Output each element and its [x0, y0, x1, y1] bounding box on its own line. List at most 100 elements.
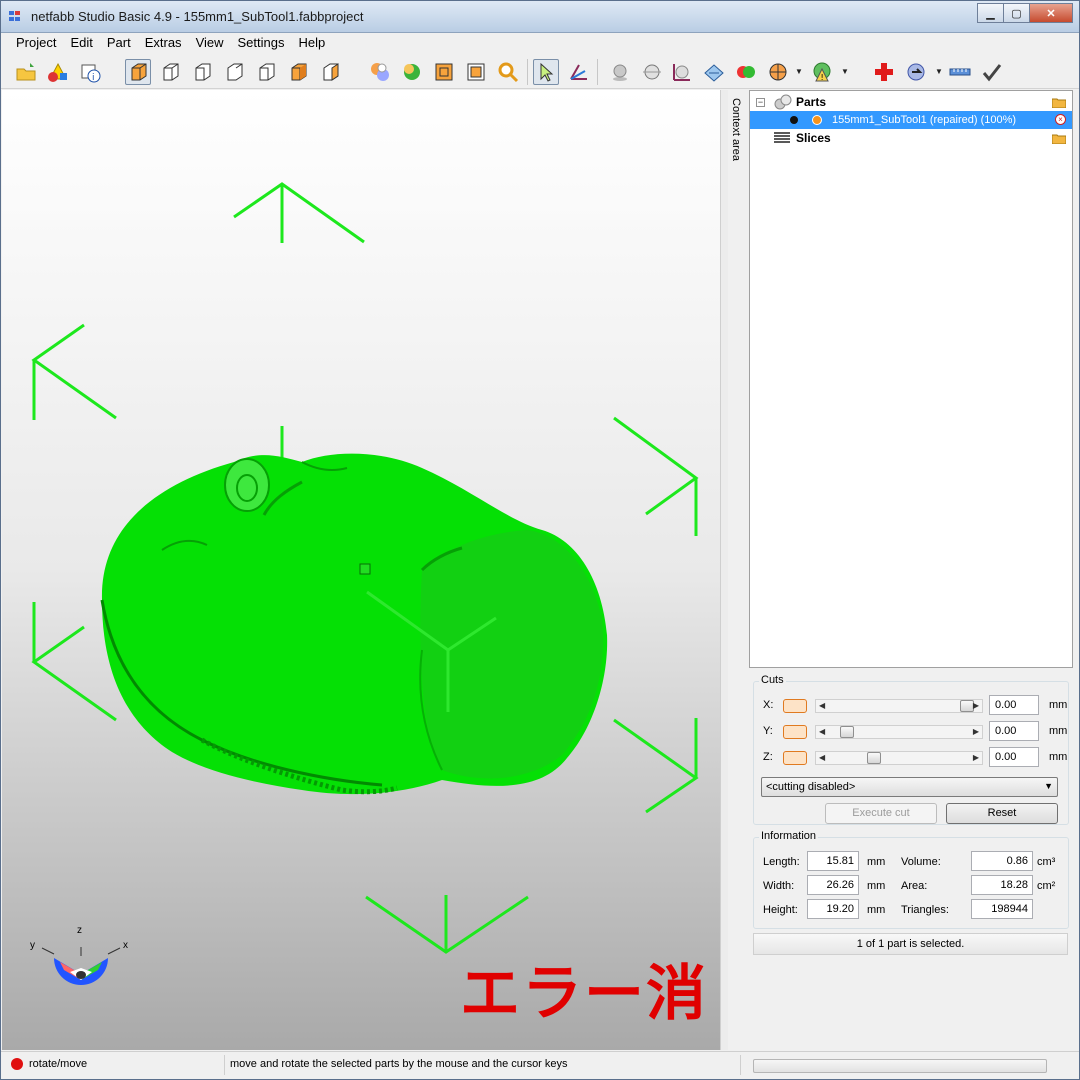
repair-icon[interactable]: [871, 59, 897, 85]
view-top-icon[interactable]: [285, 59, 311, 85]
slider-right-arrow-icon[interactable]: ▶: [973, 700, 979, 712]
viewport-scene: [31, 182, 699, 985]
tree-part-label: 155mm1_SubTool1 (repaired) (100%): [832, 114, 1017, 126]
slider-left-arrow-icon[interactable]: ◀: [819, 700, 825, 712]
menu-edit[interactable]: Edit: [63, 33, 99, 53]
cut-x-toggle[interactable]: [783, 699, 807, 713]
lattice-icon[interactable]: [701, 59, 727, 85]
status-bar: rotate/move move and rotate the selected…: [1, 1051, 1079, 1079]
menu-extras[interactable]: Extras: [138, 33, 189, 53]
panel-splitter[interactable]: [720, 90, 728, 1050]
toolbar: i ▼ ! ▼ ▼: [1, 53, 1079, 89]
view-left-icon[interactable]: [221, 59, 247, 85]
3d-viewport[interactable]: z y x エラー消: [2, 90, 720, 1050]
cut-z-slider-thumb[interactable]: [867, 752, 882, 764]
minimize-button[interactable]: ▁: [977, 3, 1004, 23]
cut-z-label: Z:: [763, 751, 773, 763]
cut-row-x: X: ◀ ▶ 0.00 mm: [759, 695, 1067, 717]
analysis-dropdown-icon[interactable]: ▼: [841, 67, 849, 76]
axis-label-x: x: [123, 940, 128, 951]
tree-slices-row[interactable]: Slices: [750, 129, 1072, 147]
wireframe-icon[interactable]: [431, 59, 457, 85]
reset-button[interactable]: Reset: [946, 803, 1058, 824]
cut-z-slider[interactable]: ◀ ▶: [815, 751, 983, 765]
app-window: netfabb Studio Basic 4.9 - 155mm1_SubToo…: [0, 0, 1080, 1080]
svg-text:i: i: [92, 73, 95, 83]
window-title: netfabb Studio Basic 4.9 - 155mm1_SubToo…: [31, 9, 364, 24]
context-area-tab[interactable]: Context area: [728, 90, 748, 1050]
length-unit: mm: [867, 856, 886, 868]
open-project-icon[interactable]: [13, 59, 39, 85]
cutting-mode-select[interactable]: <cutting disabled> ▼: [761, 777, 1058, 797]
width-value: 26.26: [807, 875, 859, 895]
slider-right-arrow-icon[interactable]: ▶: [973, 752, 979, 764]
collapse-icon[interactable]: −: [756, 98, 765, 107]
information-title: Information: [759, 830, 819, 842]
height-label: Height:: [763, 904, 798, 916]
volume-unit: cm³: [1037, 856, 1056, 868]
width-label: Width:: [763, 880, 795, 892]
svg-text:!: !: [821, 73, 824, 82]
tree-parts-row[interactable]: − Parts: [750, 93, 1072, 111]
zoom-icon[interactable]: [495, 59, 521, 85]
slider-left-arrow-icon[interactable]: ◀: [819, 726, 825, 738]
title-bar[interactable]: netfabb Studio Basic 4.9 - 155mm1_SubToo…: [1, 1, 1079, 33]
sphere-outline-icon[interactable]: [639, 59, 665, 85]
menu-part[interactable]: Part: [100, 33, 138, 53]
shading-icon[interactable]: [367, 59, 393, 85]
measure-icon[interactable]: [947, 59, 973, 85]
selection-status: 1 of 1 part is selected.: [753, 933, 1068, 955]
select-cursor-icon[interactable]: [533, 59, 559, 85]
bounding-box-icon[interactable]: [463, 59, 489, 85]
add-part-icon[interactable]: [45, 59, 71, 85]
cuts-title: Cuts: [759, 674, 786, 686]
cut-x-slider[interactable]: ◀ ▶: [815, 699, 983, 713]
execute-cut-button[interactable]: Execute cut: [825, 803, 937, 824]
cut-y-slider[interactable]: ◀ ▶: [815, 725, 983, 739]
move-axis-icon[interactable]: [565, 59, 591, 85]
open-folder-icon[interactable]: [1052, 133, 1066, 144]
cut-z-toggle[interactable]: [783, 751, 807, 765]
view-3d-icon[interactable]: [125, 59, 151, 85]
triangles-label: Triangles:: [901, 904, 949, 916]
axis-label-y: y: [30, 940, 35, 951]
gizmo-handle[interactable]: [359, 563, 371, 575]
tree-part-item[interactable]: 155mm1_SubTool1 (repaired) (100%) ×: [750, 111, 1072, 129]
slider-right-arrow-icon[interactable]: ▶: [973, 726, 979, 738]
warning-analysis-icon[interactable]: !: [809, 59, 835, 85]
cut-y-label: Y:: [763, 725, 773, 737]
part-info-icon[interactable]: i: [77, 59, 103, 85]
menu-help[interactable]: Help: [292, 33, 333, 53]
cut-z-input[interactable]: 0.00: [989, 747, 1039, 767]
maximize-button[interactable]: ▢: [1003, 3, 1030, 23]
view-back-icon[interactable]: [189, 59, 215, 85]
cut-x-slider-thumb[interactable]: [959, 700, 974, 712]
context-area-label: Context area: [730, 98, 742, 161]
view-bottom-icon[interactable]: [317, 59, 343, 85]
confirm-icon[interactable]: [979, 59, 1005, 85]
cut-x-input[interactable]: 0.00: [989, 695, 1039, 715]
rotate-dropdown-icon[interactable]: ▼: [935, 67, 943, 76]
sphere-icon[interactable]: [607, 59, 633, 85]
menu-project[interactable]: Project: [1, 33, 63, 53]
cut-y-input[interactable]: 0.00: [989, 721, 1039, 741]
rotate-part-icon[interactable]: [903, 59, 929, 85]
menu-settings[interactable]: Settings: [231, 33, 292, 53]
menu-view[interactable]: View: [189, 33, 231, 53]
section-icon[interactable]: [765, 59, 791, 85]
cut-y-toggle[interactable]: [783, 725, 807, 739]
part-status-icon: [812, 115, 822, 125]
scale-icon[interactable]: [669, 59, 695, 85]
section-dropdown-icon[interactable]: ▼: [795, 67, 803, 76]
close-button[interactable]: ✕: [1029, 3, 1073, 23]
area-value: 18.28: [971, 875, 1033, 895]
view-front-icon[interactable]: [157, 59, 183, 85]
solid-shading-icon[interactable]: [399, 59, 425, 85]
open-folder-icon[interactable]: [1052, 97, 1066, 108]
remove-part-icon[interactable]: ×: [1055, 114, 1066, 125]
view-right-icon[interactable]: [253, 59, 279, 85]
part-visibility-icon[interactable]: [790, 116, 798, 124]
boolean-icon[interactable]: [733, 59, 759, 85]
slider-left-arrow-icon[interactable]: ◀: [819, 752, 825, 764]
cut-y-slider-thumb[interactable]: [840, 726, 855, 738]
